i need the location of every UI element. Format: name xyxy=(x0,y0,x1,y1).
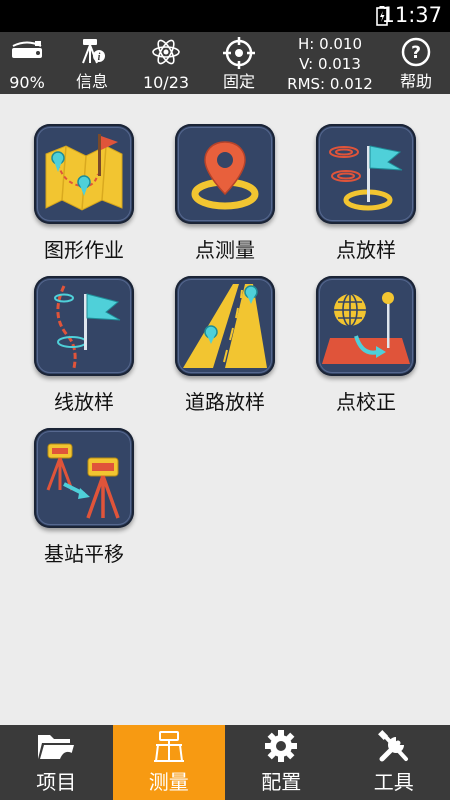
nav-label: 配置 xyxy=(261,770,302,794)
crosshair-icon xyxy=(223,37,255,69)
location-pin-ring-icon xyxy=(191,141,259,210)
tile-point-calibration[interactable]: 点校正 xyxy=(296,276,436,426)
survey-icon xyxy=(153,731,184,762)
nav-config[interactable]: 配置 xyxy=(225,725,338,800)
status-time: 11:37 xyxy=(381,3,442,27)
tools-icon xyxy=(377,730,408,762)
svg-text:?: ? xyxy=(411,43,421,63)
battery-percent: 90% xyxy=(9,73,45,92)
status-toolbar: 90% i 信息 10/23 固定 H: 0.010 V: 0.013 RMS:… xyxy=(0,32,450,94)
h-precision: H: 0.010 xyxy=(297,35,363,53)
solution-status-button[interactable]: 固定 xyxy=(216,32,262,94)
help-button[interactable]: ? 帮助 xyxy=(394,32,438,94)
help-label: 帮助 xyxy=(399,72,432,91)
tile-road-stakeout[interactable]: 道路放样 xyxy=(155,276,295,426)
tile-line-stakeout[interactable]: 线放样 xyxy=(14,276,154,426)
globe-plane-icon xyxy=(322,292,410,364)
v-precision: V: 0.013 xyxy=(299,55,361,73)
precision-readout: H: 0.010 V: 0.013 RMS: 0.012 xyxy=(280,34,380,94)
info-label: 信息 xyxy=(75,72,108,91)
nav-project[interactable]: 项目 xyxy=(0,725,113,800)
tile-graphic-work[interactable]: 图形作业 xyxy=(14,124,154,274)
receiver-battery-icon xyxy=(12,41,42,58)
road-pins-icon xyxy=(183,284,267,368)
rms-value: RMS: 0.012 xyxy=(287,75,373,93)
satellite-atom-icon xyxy=(152,39,180,65)
tile-label: 道路放样 xyxy=(185,390,265,414)
tile-label: 图形作业 xyxy=(44,238,124,262)
flag-rings-icon xyxy=(329,145,403,211)
curve-flag-icon xyxy=(54,285,121,369)
tile-point-survey[interactable]: 点测量 xyxy=(155,124,295,274)
gear-icon xyxy=(265,730,298,762)
tile-label: 基站平移 xyxy=(44,542,124,566)
svg-text:i: i xyxy=(98,52,101,63)
tile-label: 点测量 xyxy=(195,238,255,262)
map-pins-flag-icon xyxy=(45,134,123,211)
help-icon: ? xyxy=(401,37,431,67)
solution-label: 固定 xyxy=(222,72,255,91)
tile-label: 点校正 xyxy=(336,390,396,414)
gps-info-icon: i xyxy=(82,39,105,64)
bottom-nav: 项目 测量 配置 工具 xyxy=(0,725,450,800)
tile-point-stakeout[interactable]: 点放样 xyxy=(296,124,436,274)
nav-label: 工具 xyxy=(373,770,414,794)
receiver-battery[interactable]: 90% xyxy=(4,32,50,94)
satellite-count: 10/23 xyxy=(142,73,190,92)
nav-label: 测量 xyxy=(148,770,189,794)
info-button[interactable]: i 信息 xyxy=(68,32,116,94)
tile-label: 线放样 xyxy=(54,390,114,414)
nav-survey[interactable]: 测量 xyxy=(112,725,225,800)
status-bar: 11:37 xyxy=(0,0,450,32)
nav-tools[interactable]: 工具 xyxy=(338,725,450,800)
base-station-move-icon xyxy=(46,443,120,519)
tile-base-shift[interactable]: 基站平移 xyxy=(14,428,154,578)
tile-label: 点放样 xyxy=(336,238,396,262)
nav-label: 项目 xyxy=(36,770,77,794)
satellites-button[interactable]: 10/23 xyxy=(140,32,192,94)
project-folder-icon xyxy=(38,735,75,759)
